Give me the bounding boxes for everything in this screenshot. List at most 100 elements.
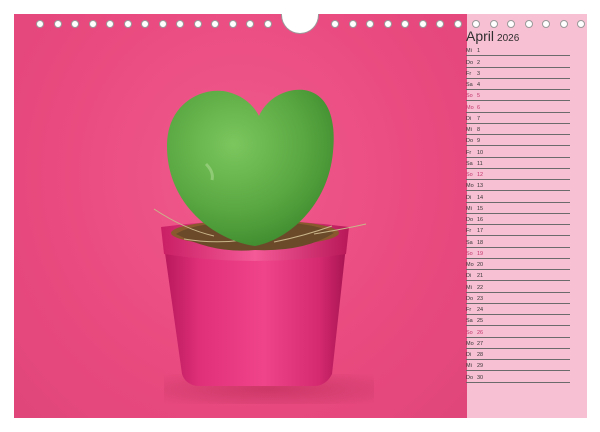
weekday-label: Mi — [466, 205, 472, 212]
day-number: 7 — [477, 115, 481, 122]
binding-hole-icon — [366, 20, 374, 28]
weekday-label: So — [466, 329, 473, 336]
day-row: Mi 8 — [466, 124, 570, 135]
day-row: Sa 4 — [466, 79, 570, 90]
day-row: So 26 — [466, 326, 570, 338]
day-row: So 12 — [466, 169, 570, 180]
binding-hole-icon — [507, 20, 515, 28]
day-number: 23 — [477, 295, 484, 302]
day-row: Mo 27 — [466, 338, 570, 349]
binding-hole-icon — [53, 20, 62, 28]
day-row: Di 7 — [466, 113, 570, 124]
day-row: Mo 20 — [466, 259, 570, 270]
day-number: 17 — [477, 228, 484, 235]
weekday-label: Di — [466, 352, 472, 358]
binding-hole-icon — [263, 20, 272, 28]
month-title: April 2026 — [466, 28, 519, 44]
weekday-label: Mo — [466, 262, 474, 268]
day-number: 3 — [477, 70, 481, 77]
binding-hole-icon — [106, 20, 114, 28]
binding-hole-icon — [36, 20, 44, 28]
day-number: 15 — [477, 205, 484, 212]
binding-hole-icon — [577, 20, 585, 28]
day-number: 27 — [477, 340, 484, 347]
day-list: Mi 1 Do 2 Fr 3 Sa 4 So 5 Mo 6 Di 7 Mi 8 Do 9 Fr 10 Sa 11 So 12 M… — [466, 45, 570, 383]
weekday-label: Fr — [466, 307, 472, 313]
day-number: 22 — [477, 284, 484, 291]
day-number: 10 — [477, 149, 484, 156]
day-number: 9 — [477, 138, 481, 145]
day-row: Mo 13 — [466, 180, 570, 192]
day-number: 28 — [477, 352, 484, 358]
binding-hole-icon — [383, 20, 392, 28]
day-row: So 19 — [466, 248, 570, 259]
day-number: 11 — [477, 160, 483, 167]
weekday-label: Do — [466, 138, 474, 145]
day-number: 2 — [477, 59, 481, 66]
day-row: Fr 3 — [466, 68, 570, 79]
photo-heart-cactus — [14, 14, 467, 418]
day-number: 8 — [477, 127, 481, 133]
weekday-label: Di — [466, 115, 472, 122]
day-row: Di 21 — [466, 270, 570, 282]
weekday-label: Di — [466, 273, 472, 280]
weekday-label: Mi — [466, 48, 472, 55]
day-row: Sa 11 — [466, 158, 570, 169]
day-row: Fr 17 — [466, 225, 570, 237]
day-row: Do 16 — [466, 214, 570, 225]
weekday-label: Mo — [466, 104, 474, 111]
day-row: Mi 29 — [466, 360, 570, 372]
binding-hole-icon — [418, 20, 427, 28]
day-number: 18 — [477, 239, 484, 246]
binding-hole-icon — [401, 20, 409, 28]
binding-hole-icon — [211, 20, 219, 28]
weekday-label: So — [466, 93, 473, 100]
day-row: Do 9 — [466, 135, 570, 147]
day-row: Fr 24 — [466, 304, 570, 315]
weekday-label: Fr — [466, 228, 472, 235]
binding-hole-icon — [472, 20, 480, 28]
weekday-label: Do — [466, 374, 474, 381]
binding-hole-icon — [193, 20, 202, 28]
binding-hole-icon — [524, 20, 533, 28]
day-row: Do 23 — [466, 293, 570, 304]
day-row: Do 2 — [466, 56, 570, 68]
day-row: So 5 — [466, 90, 570, 102]
weekday-label: Mi — [466, 127, 472, 133]
weekday-label: Do — [466, 59, 474, 66]
day-number: 26 — [477, 329, 484, 336]
heart-plant-illustration — [153, 89, 367, 386]
day-row: Mi 1 — [466, 45, 570, 57]
day-number: 12 — [477, 172, 484, 178]
day-number: 4 — [477, 82, 481, 88]
binding-hole-icon — [176, 20, 184, 28]
weekday-label: Sa — [466, 82, 473, 88]
binding-hole-icon — [228, 20, 237, 28]
day-number: 29 — [477, 363, 484, 370]
binding-hole-icon — [158, 20, 167, 28]
day-number: 24 — [477, 307, 484, 313]
pot-body — [164, 246, 346, 386]
weekday-label: Mo — [466, 340, 474, 347]
day-number: 21 — [477, 273, 484, 280]
weekday-label: Do — [466, 217, 474, 223]
weekday-label: Sa — [466, 239, 473, 246]
weekday-label: Do — [466, 295, 474, 302]
weekday-label: So — [466, 250, 473, 257]
binding-hole-icon — [88, 20, 97, 28]
binding-hole-icon — [331, 20, 339, 28]
weekday-label: Mi — [466, 284, 472, 291]
day-row: Fr 10 — [466, 146, 570, 158]
binding-hole-icon — [246, 20, 254, 28]
weekday-label: Fr — [466, 70, 472, 77]
day-row: Mi 15 — [466, 203, 570, 214]
heart-leaf — [166, 89, 334, 246]
binding-hole-icon — [559, 20, 568, 28]
day-number: 1 — [477, 48, 481, 55]
day-number: 16 — [477, 217, 484, 223]
day-number: 14 — [477, 194, 484, 201]
binding-hole-icon — [71, 20, 79, 28]
day-number: 6 — [477, 104, 481, 111]
binding-hole-icon — [141, 20, 149, 28]
day-row: Do 30 — [466, 371, 570, 383]
